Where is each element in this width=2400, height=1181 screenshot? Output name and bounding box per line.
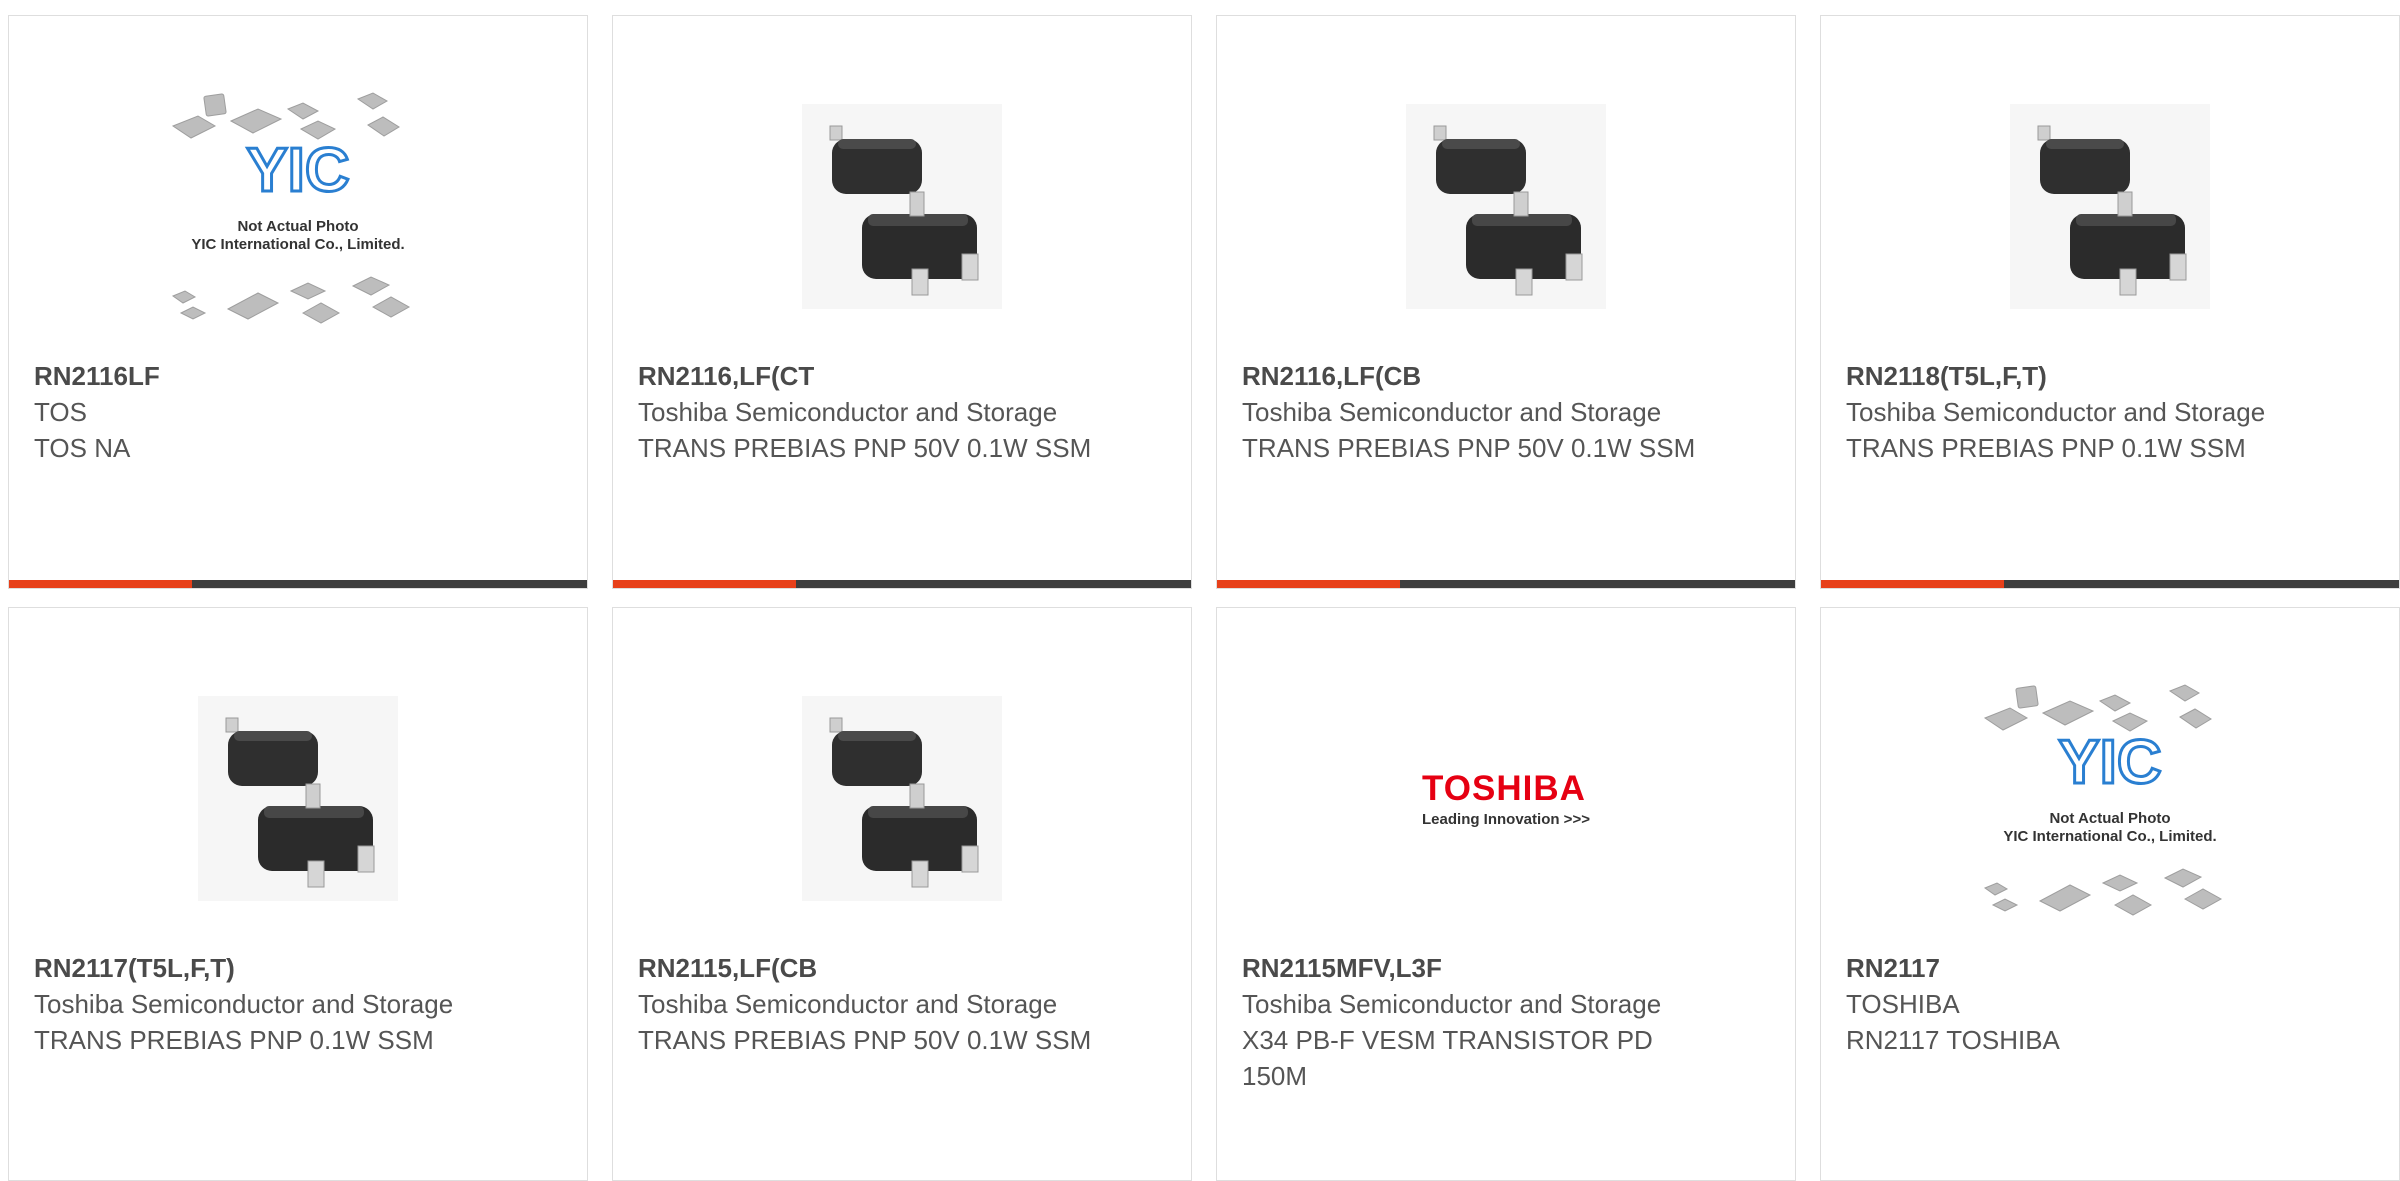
description: RN2117 TOSHIBA xyxy=(1846,1025,2060,1055)
card-accent-bar xyxy=(9,580,587,588)
product-card[interactable]: RN2116,LF(CT Toshiba Semiconductor and S… xyxy=(612,15,1192,589)
part-number[interactable]: RN2116LF xyxy=(34,358,494,394)
product-image[interactable]: YIC Not Actual Photo YIC International C… xyxy=(1821,638,2399,958)
product-image[interactable]: TOSHIBA Leading Innovation >>> xyxy=(1217,638,1795,958)
product-card[interactable]: RN2115,LF(CB Toshiba Semiconductor and S… xyxy=(612,607,1192,1181)
sot-package-image xyxy=(2010,103,2210,309)
product-info: RN2116,LF(CB Toshiba Semiconductor and S… xyxy=(1242,358,1702,466)
product-card[interactable]: RN2117(T5L,F,T) Toshiba Semiconductor an… xyxy=(8,607,588,1181)
placeholder-caption-1: Not Actual Photo xyxy=(2049,810,2170,827)
product-grid: YIC Not Actual Photo YIC International C… xyxy=(8,15,2400,1181)
product-image[interactable]: YIC Not Actual Photo YIC International C… xyxy=(9,46,587,366)
part-number[interactable]: RN2115MFV,L3F xyxy=(1242,950,1702,986)
manufacturer: TOSHIBA xyxy=(1846,989,1960,1019)
manufacturer: Toshiba Semiconductor and Storage xyxy=(34,989,454,1019)
product-image[interactable] xyxy=(1217,46,1795,366)
placeholder-caption-2: YIC International Co., Limited. xyxy=(191,236,404,253)
manufacturer: TOS xyxy=(34,397,87,427)
description: TRANS PREBIAS PNP 50V 0.1W SSM xyxy=(638,433,1092,463)
part-number[interactable]: RN2116,LF(CT xyxy=(638,358,1098,394)
manufacturer: Toshiba Semiconductor and Storage xyxy=(1242,989,1662,1019)
description: X34 PB-F VESM TRANSISTOR PD 150M xyxy=(1242,1025,1653,1091)
product-image[interactable] xyxy=(613,46,1191,366)
part-number[interactable]: RN2118(T5L,F,T) xyxy=(1846,358,2306,394)
card-accent-bar xyxy=(1821,580,2399,588)
placeholder-image: YIC Not Actual Photo YIC International C… xyxy=(171,92,411,324)
description: TRANS PREBIAS PNP 0.1W SSM xyxy=(34,1025,434,1055)
product-image[interactable] xyxy=(613,638,1191,958)
part-number[interactable]: RN2117 xyxy=(1846,950,2306,986)
product-card[interactable]: YIC Not Actual Photo YIC International C… xyxy=(1820,607,2400,1181)
toshiba-logo-image: TOSHIBA Leading Innovation >>> xyxy=(1422,769,1590,828)
card-accent-bar xyxy=(613,580,1191,588)
description: TRANS PREBIAS PNP 0.1W SSM xyxy=(1846,433,2246,463)
product-card[interactable]: YIC Not Actual Photo YIC International C… xyxy=(8,15,588,589)
product-info: RN2117 TOSHIBA RN2117 TOSHIBA xyxy=(1846,950,2306,1058)
placeholder-image: YIC Not Actual Photo YIC International C… xyxy=(1983,684,2223,916)
description: TRANS PREBIAS PNP 50V 0.1W SSM xyxy=(1242,433,1696,463)
part-number[interactable]: RN2115,LF(CB xyxy=(638,950,1098,986)
description: TOS NA xyxy=(34,433,131,463)
card-accent-bar xyxy=(1217,580,1795,588)
manufacturer: Toshiba Semiconductor and Storage xyxy=(638,989,1058,1019)
yic-logo: YIC xyxy=(246,136,349,205)
sot-package-image xyxy=(1406,103,1606,309)
sot-package-image xyxy=(802,103,1002,309)
placeholder-caption-1: Not Actual Photo xyxy=(237,218,358,235)
product-info: RN2118(T5L,F,T) Toshiba Semiconductor an… xyxy=(1846,358,2306,466)
sot-package-image xyxy=(802,695,1002,901)
yic-logo: YIC xyxy=(2058,728,2161,797)
product-card[interactable]: RN2116,LF(CB Toshiba Semiconductor and S… xyxy=(1216,15,1796,589)
part-number[interactable]: RN2117(T5L,F,T) xyxy=(34,950,494,986)
product-info: RN2117(T5L,F,T) Toshiba Semiconductor an… xyxy=(34,950,494,1058)
placeholder-caption-2: YIC International Co., Limited. xyxy=(2003,828,2216,845)
toshiba-wordmark: TOSHIBA xyxy=(1422,768,1586,808)
product-card[interactable]: TOSHIBA Leading Innovation >>> RN2115MFV… xyxy=(1216,607,1796,1181)
toshiba-tagline: Leading Innovation >>> xyxy=(1422,810,1590,828)
manufacturer: Toshiba Semiconductor and Storage xyxy=(1242,397,1662,427)
product-info: RN2116LF TOS TOS NA xyxy=(34,358,494,466)
manufacturer: Toshiba Semiconductor and Storage xyxy=(1846,397,2266,427)
product-info: RN2116,LF(CT Toshiba Semiconductor and S… xyxy=(638,358,1098,466)
description: TRANS PREBIAS PNP 50V 0.1W SSM xyxy=(638,1025,1092,1055)
product-image[interactable] xyxy=(1821,46,2399,366)
sot-package-image xyxy=(198,695,398,901)
product-card[interactable]: RN2118(T5L,F,T) Toshiba Semiconductor an… xyxy=(1820,15,2400,589)
manufacturer: Toshiba Semiconductor and Storage xyxy=(638,397,1058,427)
product-image[interactable] xyxy=(9,638,587,958)
product-info: RN2115MFV,L3F Toshiba Semiconductor and … xyxy=(1242,950,1702,1094)
part-number[interactable]: RN2116,LF(CB xyxy=(1242,358,1702,394)
product-info: RN2115,LF(CB Toshiba Semiconductor and S… xyxy=(638,950,1098,1058)
